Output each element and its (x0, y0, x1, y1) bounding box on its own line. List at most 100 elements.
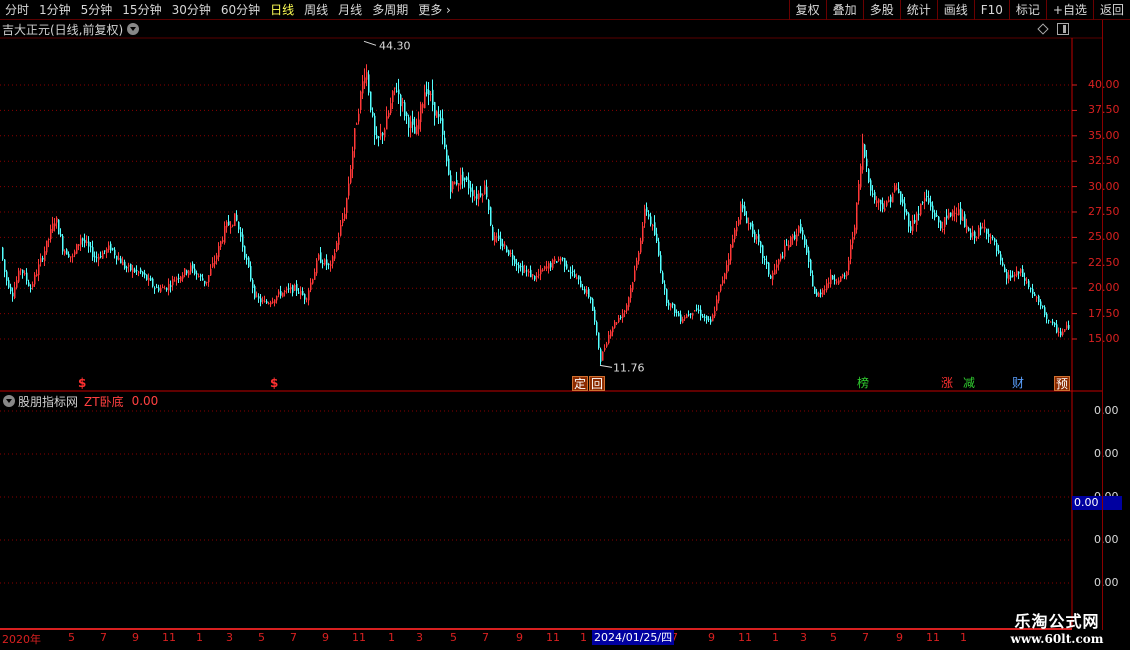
toolbar-tool-0[interactable]: 复权 (788, 0, 826, 20)
toolbar-tool-3[interactable]: 统计 (899, 0, 937, 20)
candle-body (742, 204, 744, 209)
candle-body (156, 286, 158, 288)
candle-body (918, 213, 920, 215)
low-pointer (599, 364, 613, 368)
toolbar-tool-8[interactable]: 返回 (1092, 0, 1130, 20)
candle-body (598, 332, 600, 348)
candle-body (72, 255, 74, 257)
candle-body (210, 268, 212, 276)
candle-body (238, 221, 240, 230)
candle-body (786, 244, 788, 246)
date-tick-label: 7 (100, 631, 107, 644)
candle-body (854, 227, 856, 236)
candle-body (816, 292, 818, 296)
event-marker[interactable]: $ (78, 376, 86, 390)
candle-body (612, 327, 614, 333)
candle-body (178, 277, 180, 279)
event-marker[interactable]: 财 (1011, 376, 1025, 391)
date-tick-label: 7 (862, 631, 869, 644)
candle-body (624, 310, 626, 313)
candle-body (898, 189, 900, 193)
event-marker[interactable]: 回 (589, 376, 606, 391)
candle-body (384, 129, 386, 138)
period-tab-7[interactable]: 周线 (299, 0, 333, 20)
candle-body (42, 257, 44, 260)
period-tab-10[interactable]: 更多 › (413, 0, 456, 20)
top-toolbar: 分时 1分钟 5分钟 15分钟 30分钟 60分钟 日线 周线 月线 多周期 更多 › 复权 叠加 多股… (0, 0, 1130, 20)
candle-body (80, 238, 82, 245)
period-tab-1[interactable]: 1分钟 (34, 0, 76, 20)
event-marker[interactable]: 涨 (940, 376, 954, 391)
candlestick-chart[interactable]: 44.30 11.76 (0, 20, 1102, 392)
candle-body (534, 275, 536, 280)
candle-body (1010, 275, 1012, 278)
candle-body (916, 213, 918, 226)
candle-body (268, 303, 270, 305)
indicator-chart[interactable] (0, 392, 1102, 628)
period-tab-4[interactable]: 30分钟 (167, 0, 216, 20)
candle-body (1064, 329, 1066, 332)
candle-body (362, 81, 364, 94)
candle-body (796, 234, 798, 242)
right-side-strip[interactable] (1102, 20, 1130, 630)
candle-body (692, 313, 694, 316)
candle-body (944, 217, 946, 228)
candle-body (524, 270, 526, 272)
date-tick-label: 9 (896, 631, 903, 644)
candle-body (500, 238, 502, 247)
candle-body (698, 309, 700, 312)
candle-body (586, 289, 588, 295)
candle-body (868, 169, 870, 182)
event-marker[interactable]: 定 (572, 376, 589, 391)
event-marker[interactable]: $ (270, 376, 278, 390)
candle-body (596, 322, 598, 333)
candle-body (228, 221, 230, 226)
event-marker[interactable]: 预 (1054, 376, 1071, 391)
candle-body (274, 299, 276, 304)
event-marker[interactable]: 榜 (856, 376, 870, 391)
date-tick-label: 3 (800, 631, 807, 644)
toolbar-tool-5[interactable]: F10 (973, 0, 1009, 20)
low-label: 11.76 (613, 361, 645, 374)
candle-body (946, 215, 948, 219)
candle-body (696, 308, 698, 310)
candle-body (298, 292, 300, 294)
candle-body (116, 255, 118, 260)
candle-body (28, 282, 30, 287)
candle-body (6, 271, 8, 281)
candle-body (496, 236, 498, 238)
candle-body (712, 314, 714, 322)
toolbar-tool-2[interactable]: 多股 (862, 0, 900, 20)
candle-body (660, 255, 662, 272)
candle-body (962, 216, 964, 221)
candle-body (110, 243, 112, 251)
candle-body (550, 262, 552, 268)
period-tab-6[interactable]: 日线 (265, 0, 299, 20)
toolbar-tool-1[interactable]: 叠加 (825, 0, 863, 20)
candle-body (88, 241, 90, 247)
candle-body (830, 274, 832, 285)
candle-body (1028, 280, 1030, 288)
candle-body (844, 275, 846, 277)
candle-body (34, 274, 36, 285)
candle-body (826, 283, 828, 291)
candle-body (710, 319, 712, 323)
event-marker[interactable]: 减 (962, 376, 976, 391)
period-tab-3[interactable]: 15分钟 (117, 0, 166, 20)
period-tab-0[interactable]: 分时 (0, 0, 34, 20)
toolbar-tool-7[interactable]: +自选 (1045, 0, 1093, 20)
candle-body (648, 214, 650, 217)
candle-body (310, 282, 312, 291)
period-tab-8[interactable]: 月线 (333, 0, 367, 20)
toolbar-tool-6[interactable]: 标记 (1008, 0, 1046, 20)
candle-body (102, 252, 104, 259)
candle-body (1054, 322, 1056, 326)
period-tab-9[interactable]: 多周期 (367, 0, 413, 20)
candle-body (832, 275, 834, 280)
period-tab-2[interactable]: 5分钟 (76, 0, 118, 20)
period-tab-5[interactable]: 60分钟 (216, 0, 265, 20)
candle-body (970, 232, 972, 238)
toolbar-tool-4[interactable]: 画线 (936, 0, 974, 20)
candle-body (1056, 324, 1058, 333)
candle-body (730, 245, 732, 261)
